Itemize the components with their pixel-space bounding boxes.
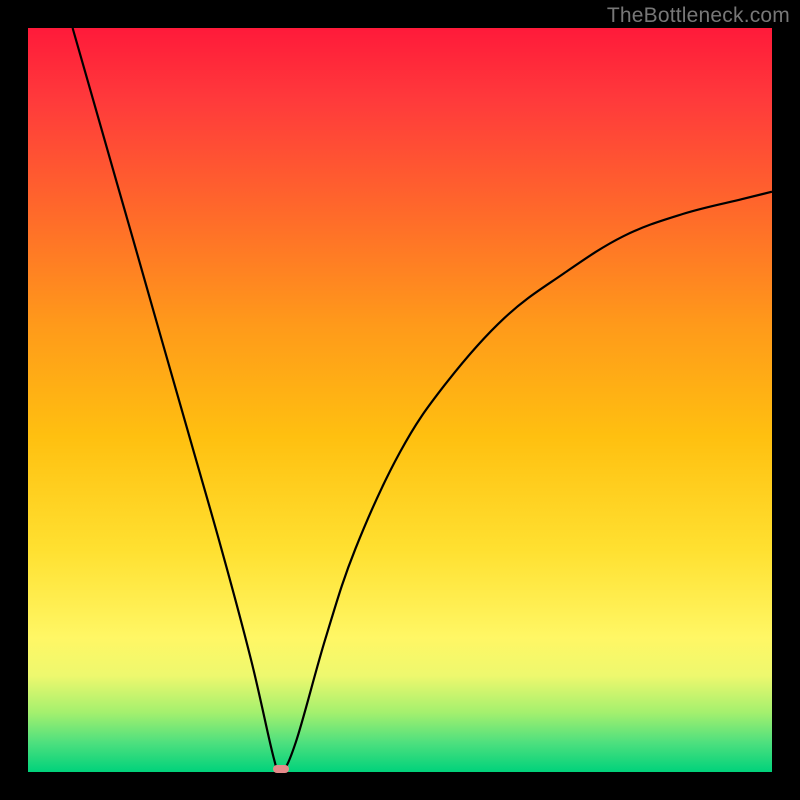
- plot-area: [28, 28, 772, 772]
- bottleneck-curve: [28, 28, 772, 772]
- minimum-marker: [273, 765, 289, 773]
- watermark-text: TheBottleneck.com: [607, 4, 790, 28]
- chart-frame: TheBottleneck.com: [0, 0, 800, 800]
